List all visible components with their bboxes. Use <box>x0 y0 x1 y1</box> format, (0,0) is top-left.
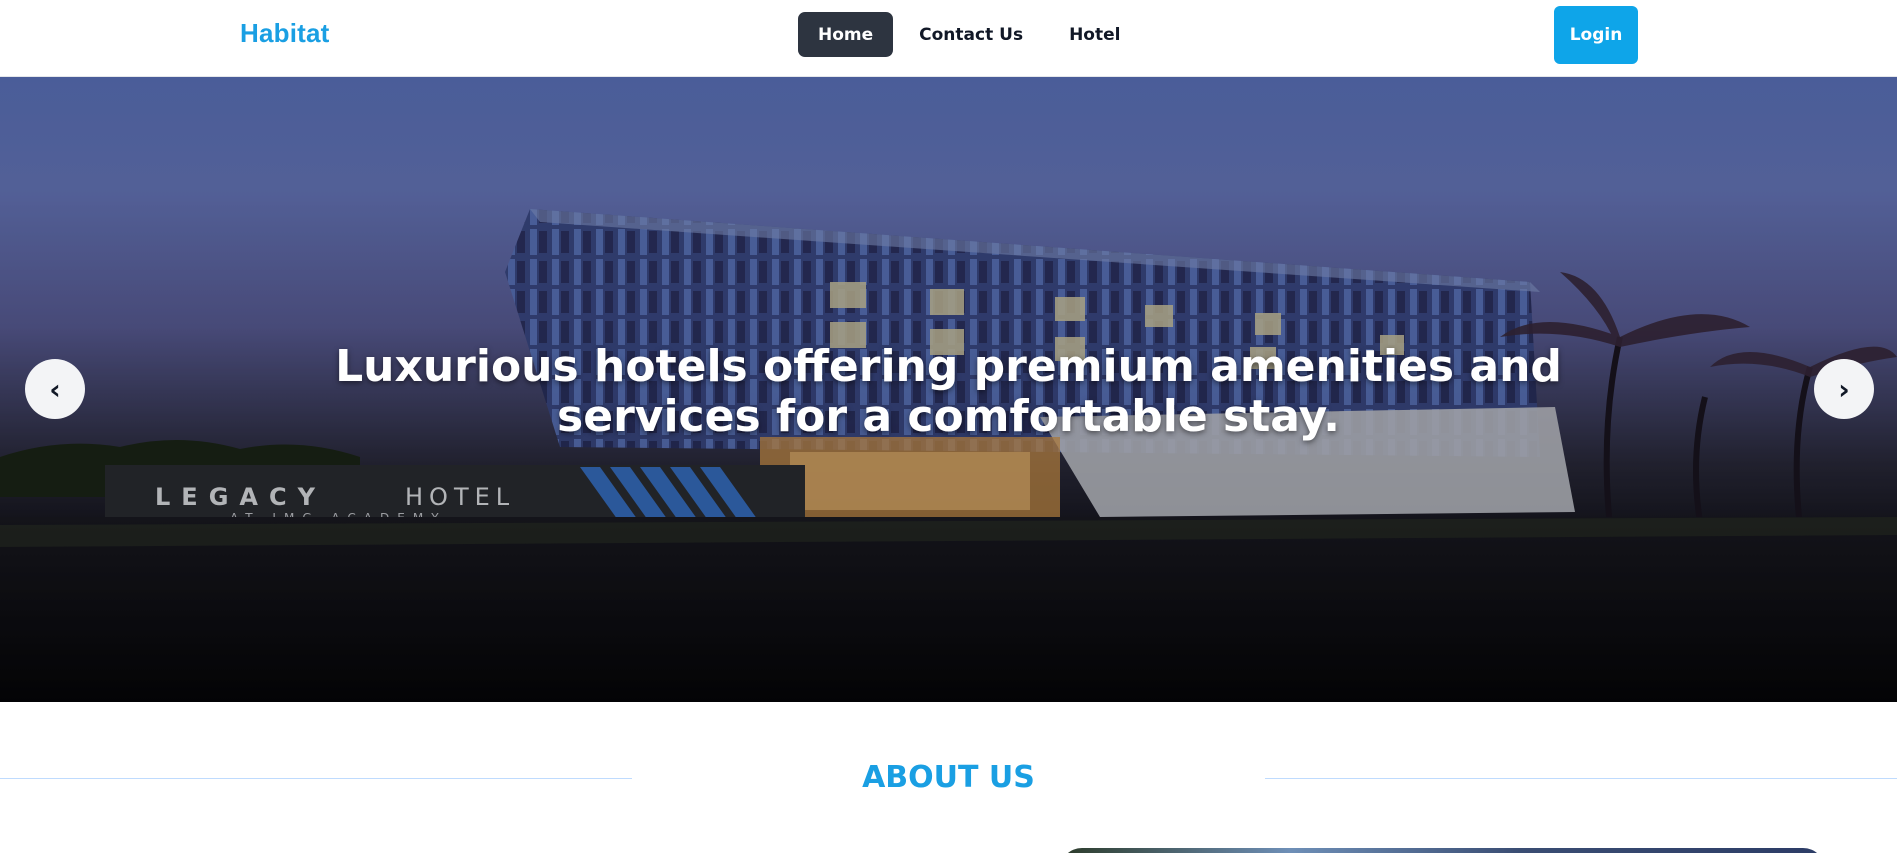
top-navbar: Habitat Home Contact Us Hotel Login <box>0 0 1897 77</box>
chevron-left-icon: ‹ <box>49 372 61 406</box>
about-image <box>1060 848 1825 853</box>
carousel-next-button[interactable]: › <box>1814 359 1874 419</box>
login-button[interactable]: Login <box>1554 6 1638 64</box>
hero-carousel: LEGACY HOTEL AT IMG ACADEMY Luxurious ho… <box>0 77 1897 702</box>
nav-item-contact-us[interactable]: Contact Us <box>899 12 1043 57</box>
brand-logo[interactable]: Habitat <box>240 18 330 49</box>
chevron-right-icon: › <box>1838 372 1850 406</box>
carousel-prev-button[interactable]: ‹ <box>25 359 85 419</box>
main-nav: Home Contact Us Hotel <box>798 12 1140 57</box>
nav-item-hotel[interactable]: Hotel <box>1049 12 1140 57</box>
hero-caption: Luxurious hotels offering premium amenit… <box>335 341 1562 442</box>
nav-item-home[interactable]: Home <box>798 12 894 57</box>
about-section-title: ABOUT US <box>862 760 1035 795</box>
